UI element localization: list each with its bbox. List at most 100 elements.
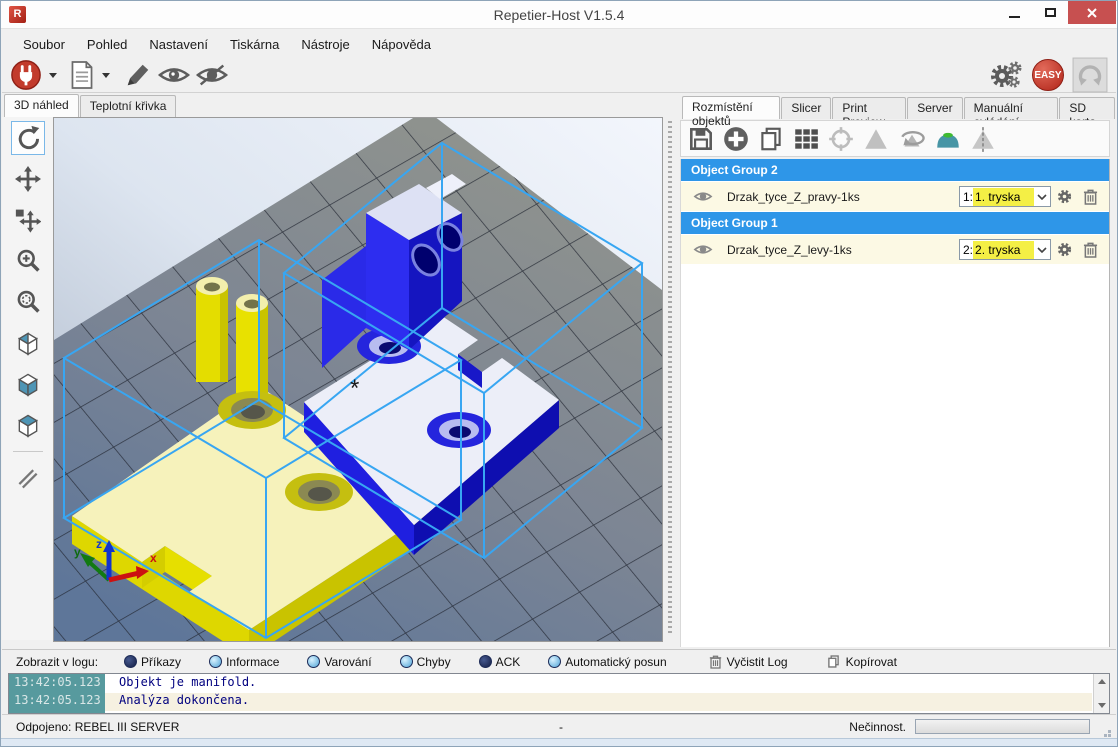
title-bar[interactable]: R Repetier-Host V1.5.4 [1,1,1117,29]
emergency-stop-icon [1072,57,1108,93]
clear-log-button[interactable]: Vyčistit Log [709,654,788,669]
menu-napoveda[interactable]: Nápověda [361,32,442,57]
toggle-errors[interactable]: Chyby [400,655,451,669]
scroll-up-icon[interactable] [1098,679,1106,684]
parallel-lines-icon [15,465,41,491]
extruder-select[interactable]: 2: 2. tryska [959,239,1051,260]
object-group-header[interactable]: Object Group 2 [681,159,1109,181]
svg-text:y: y [74,545,81,559]
resize-grip-icon[interactable] [1108,730,1111,733]
tab-manual-control[interactable]: Manuální ovládání [964,97,1059,119]
object-row[interactable]: Drzak_tyce_Z_pravy-1ks 1: 1. tryska [681,182,1109,211]
menu-nastaveni[interactable]: Nastavení [138,32,219,57]
chevron-down-icon [1034,240,1050,259]
log-filter-bar: Zobrazit v logu: Příkazy Informace Varov… [2,649,1116,673]
delete-object-trash-icon[interactable] [1077,241,1103,258]
zoom-fit-tool[interactable] [11,285,45,319]
object-group-header[interactable]: Object Group 1 [681,212,1109,234]
cursor-asterisk: * [350,375,359,402]
easy-mode-button[interactable]: EASY [1032,59,1064,91]
toggle-indicator-icon [307,655,320,668]
zoom-view-tool[interactable] [11,244,45,278]
move-view-tool[interactable] [11,162,45,196]
window-bottom-border [1,738,1117,747]
toggle-autoscroll[interactable]: Automatický posun [548,655,666,669]
close-icon [1086,7,1098,19]
tab-3d-preview[interactable]: 3D náhled [4,94,79,117]
lay-flat-icon[interactable] [934,125,962,153]
save-icon[interactable] [687,125,715,153]
tab-temperature-curve[interactable]: Teplotní křivka [80,95,177,117]
autoposition-icon[interactable] [792,125,820,153]
load-dropdown-icon[interactable] [102,73,110,78]
connect-icon[interactable] [10,59,42,91]
show-filament-icon[interactable] [158,63,190,87]
main-area: 3D náhled Teplotní křivka [2,93,1116,649]
view-tabs: 3D náhled Teplotní křivka [4,95,177,117]
copy-log-button[interactable]: Kopírovat [826,654,897,669]
front-cube-icon [15,371,41,397]
log-filter-label: Zobrazit v logu: [16,655,98,669]
panel-splitter[interactable] [663,117,677,642]
delete-object-trash-icon[interactable] [1077,188,1103,205]
chevron-down-icon [1034,187,1050,206]
tab-sd-card[interactable]: SD karta [1059,97,1115,119]
tab-slicer[interactable]: Slicer [781,97,831,119]
hide-travel-icon[interactable] [196,63,228,87]
status-center: - [559,720,563,734]
isometric-cube-icon [15,330,41,356]
toggle-info[interactable]: Informace [209,655,279,669]
viewport-tool-strip [2,117,53,640]
tab-print-preview[interactable]: Print Preview [832,97,906,119]
close-button[interactable] [1068,1,1116,24]
scroll-down-icon[interactable] [1098,703,1106,708]
menu-bar: Soubor Pohled Nastavení Tiskárna Nástroj… [2,30,1116,58]
zoom-fit-icon [15,289,41,315]
log-output[interactable]: 13:42:05.123 Objekt je manifold. 13:42:0… [8,673,1110,714]
toggle-indicator-icon [479,655,492,668]
edit-pencil-icon[interactable] [124,61,152,89]
view-front-tool[interactable] [11,367,45,401]
svg-text:x: x [150,551,157,565]
tab-object-placement[interactable]: Rozmístění objektů [682,96,780,119]
object-settings-gear-icon[interactable] [1051,241,1077,258]
top-cube-icon [15,412,41,438]
view-top-tool[interactable] [11,408,45,442]
log-entry: 13:42:05.123 Objekt je manifold. [9,675,1092,693]
window-title: Repetier-Host V1.5.4 [1,1,1117,29]
tab-server[interactable]: Server [907,97,962,119]
progress-bar [915,719,1090,734]
extruder-select[interactable]: 1: 1. tryska [959,186,1051,207]
toggle-warnings[interactable]: Varování [307,655,371,669]
printer-settings-gears-icon[interactable] [988,60,1024,90]
maximize-button[interactable] [1032,1,1068,24]
toggle-ack[interactable]: ACK [479,655,521,669]
connect-dropdown-icon[interactable] [49,73,57,78]
scale-object-icon [862,125,890,153]
visibility-eye-icon[interactable] [693,243,713,256]
menu-pohled[interactable]: Pohled [76,32,138,57]
object-row[interactable]: Drzak_tyce_Z_levy-1ks 2: 2. tryska [681,235,1109,264]
visibility-eye-icon[interactable] [693,190,713,203]
3d-viewport[interactable]: y z x * [53,117,663,642]
app-window: R Repetier-Host V1.5.4 Soubor Pohled Nas… [0,0,1118,747]
menu-nastroje[interactable]: Nástroje [290,32,360,57]
minimize-button[interactable] [996,1,1032,24]
toggle-commands[interactable]: Příkazy [124,655,181,669]
menu-soubor[interactable]: Soubor [12,32,76,57]
rotate-object-icon [897,125,927,153]
trash-icon [709,654,722,669]
load-file-icon[interactable] [69,60,95,90]
move-object-tool[interactable] [11,203,45,237]
menu-tiskarna[interactable]: Tiskárna [219,32,290,57]
cut-object-icon [969,125,997,153]
view-isometric-tool[interactable] [11,326,45,360]
object-settings-gear-icon[interactable] [1051,188,1077,205]
add-object-icon[interactable] [722,125,750,153]
copy-object-icon[interactable] [757,125,785,153]
rotate-view-tool[interactable] [11,121,45,155]
log-scrollbar[interactable] [1093,674,1109,713]
toggle-perspective-tool[interactable] [11,461,45,495]
log-entry: 13:42:05.123 Analýza dokončena. [9,693,1092,711]
main-toolbar: EASY [2,58,1116,93]
